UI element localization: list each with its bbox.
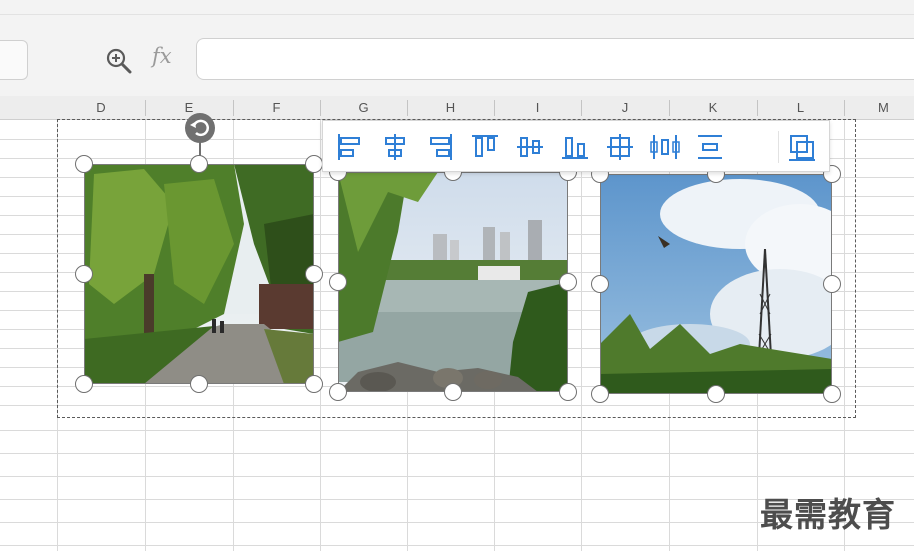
resize-handle[interactable]: [75, 375, 93, 393]
resize-handle[interactable]: [190, 155, 208, 173]
resize-handle[interactable]: [190, 375, 208, 393]
formula-input[interactable]: [196, 38, 914, 80]
grid-line: [0, 453, 914, 454]
column-header-j[interactable]: J: [581, 96, 669, 120]
distribute-horizontally-icon[interactable]: [648, 130, 682, 164]
column-header-f[interactable]: F: [233, 96, 320, 120]
align-middle-vertical-icon[interactable]: [513, 130, 547, 164]
align-left-icon[interactable]: [333, 130, 367, 164]
resize-handle[interactable]: [823, 385, 841, 403]
resize-handle[interactable]: [305, 375, 323, 393]
resize-handle[interactable]: [559, 383, 577, 401]
resize-handle[interactable]: [444, 383, 462, 401]
column-header-i[interactable]: I: [494, 96, 581, 120]
grid-line: [0, 430, 914, 431]
align-top-icon[interactable]: [468, 130, 502, 164]
column-header-m[interactable]: M: [844, 96, 914, 120]
rotate-icon[interactable]: [185, 113, 215, 143]
resize-handle[interactable]: [559, 273, 577, 291]
formula-bar: fx: [0, 0, 914, 96]
resize-handle[interactable]: [305, 155, 323, 173]
resize-handle[interactable]: [329, 273, 347, 291]
column-header-k[interactable]: K: [669, 96, 757, 120]
toolbar-divider: [778, 131, 779, 163]
resize-handle[interactable]: [707, 385, 725, 403]
zoom-in-icon[interactable]: [104, 46, 134, 76]
column-header-g[interactable]: G: [320, 96, 407, 120]
column-header-l[interactable]: L: [757, 96, 844, 120]
column-header-h[interactable]: H: [407, 96, 494, 120]
center-on-page-icon[interactable]: [603, 130, 637, 164]
align-center-horizontal-icon[interactable]: [378, 130, 412, 164]
image-frame[interactable]: [338, 172, 568, 392]
name-box[interactable]: [0, 40, 28, 80]
align-toolbar: [322, 120, 830, 172]
align-right-icon[interactable]: [423, 130, 457, 164]
column-header-row: D E F G H I J K L M: [0, 96, 914, 120]
distribute-vertically-icon[interactable]: [693, 130, 727, 164]
resize-handle[interactable]: [329, 383, 347, 401]
group-objects-icon[interactable]: [785, 130, 819, 164]
image-frame[interactable]: [600, 174, 832, 394]
resize-handle[interactable]: [591, 385, 609, 403]
resize-handle[interactable]: [305, 265, 323, 283]
resize-handle[interactable]: [75, 265, 93, 283]
resize-handle[interactable]: [823, 275, 841, 293]
grid-line: [0, 545, 914, 546]
resize-handle[interactable]: [75, 155, 93, 173]
resize-handle[interactable]: [591, 275, 609, 293]
grid-line: [0, 476, 914, 477]
align-bottom-icon[interactable]: [558, 130, 592, 164]
image-frame[interactable]: [84, 164, 314, 384]
column-header-d[interactable]: D: [57, 96, 145, 120]
watermark: 最需教育: [760, 495, 896, 534]
fx-label[interactable]: fx: [152, 44, 172, 68]
ribbon-divider: [0, 14, 914, 15]
